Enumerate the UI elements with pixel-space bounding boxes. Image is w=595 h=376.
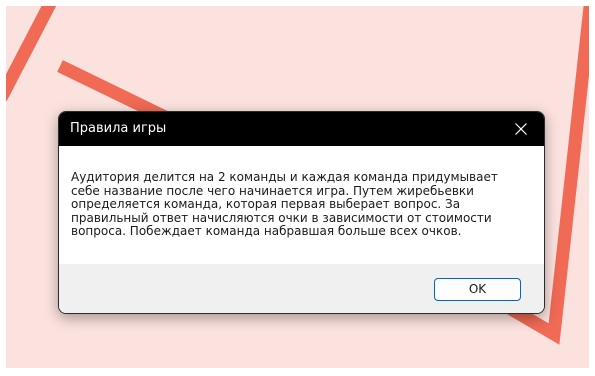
rules-dialog: Правила игры Аудитория делится на 2 кома… xyxy=(58,111,545,314)
rules-message: Аудитория делится на 2 команды и каждая … xyxy=(71,170,498,238)
dialog-footer: OK xyxy=(59,264,544,313)
close-button[interactable] xyxy=(498,112,544,146)
dialog-title: Правила игры xyxy=(70,121,167,136)
ok-button[interactable]: OK xyxy=(434,278,521,301)
dialog-content: Аудитория делится на 2 команды и каждая … xyxy=(59,146,544,264)
dialog-titlebar: Правила игры xyxy=(59,112,544,146)
close-icon xyxy=(515,123,527,135)
